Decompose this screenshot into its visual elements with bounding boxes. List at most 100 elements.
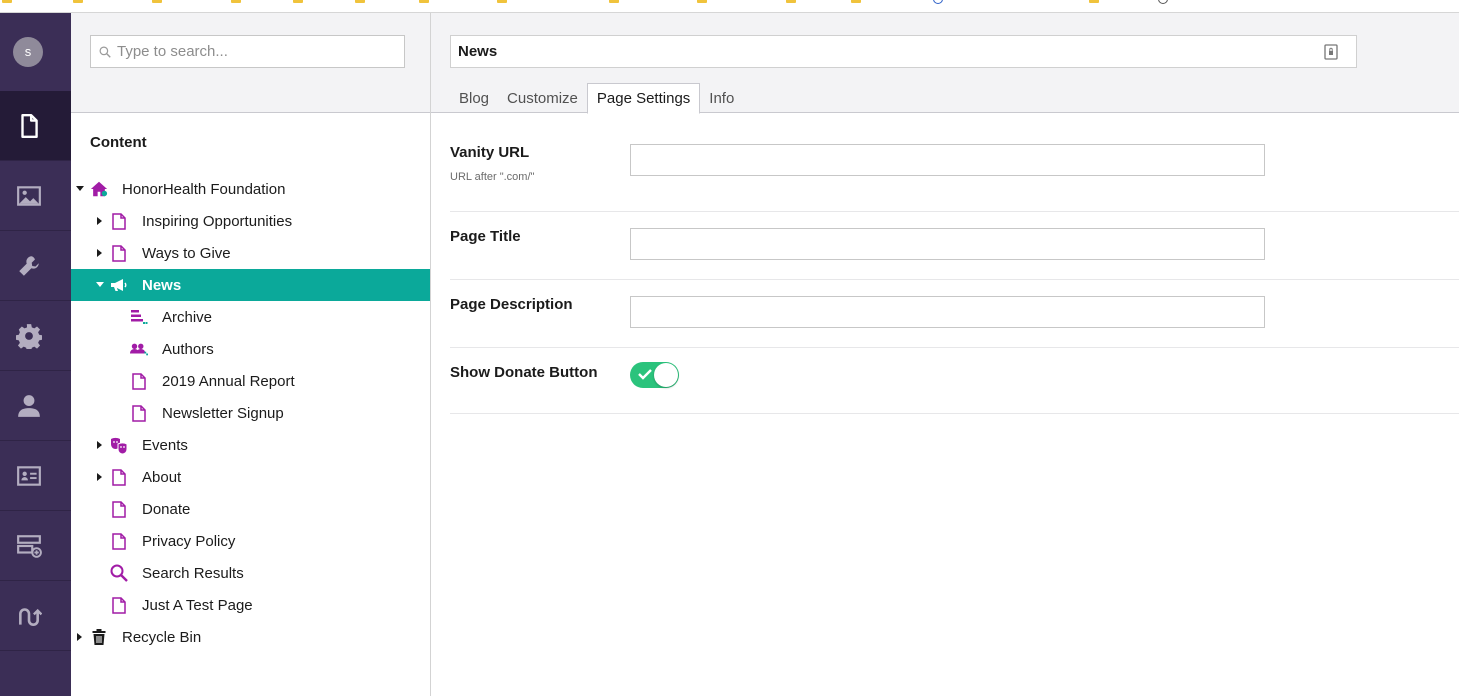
bookmark-folder-icon[interactable] — [2, 0, 12, 3]
section-packages[interactable] — [0, 301, 71, 371]
vanity-url-field[interactable] — [630, 144, 1265, 176]
bookmark-folder-icon[interactable] — [1089, 0, 1099, 3]
wrench-icon — [19, 255, 39, 276]
document-icon — [21, 113, 38, 138]
tree-node-honorhealth-foundation[interactable]: HonorHealth Foundation — [71, 173, 430, 205]
users-icon — [130, 340, 148, 358]
document-icon — [110, 244, 128, 262]
bookmark-folder-icon[interactable] — [419, 0, 429, 3]
gear-icon — [16, 323, 42, 349]
tab-customize[interactable]: Customize — [498, 83, 587, 114]
section-content[interactable] — [0, 91, 71, 161]
caret-down-icon[interactable] — [95, 280, 105, 290]
bookmark-folder-icon[interactable] — [697, 0, 707, 3]
tree-node-donate[interactable]: Donate — [71, 493, 430, 525]
tree-node-label: Donate — [142, 500, 191, 518]
section-users[interactable] — [0, 371, 71, 441]
document-icon — [110, 500, 128, 518]
globe-icon[interactable] — [933, 0, 943, 4]
property-label: Vanity URL — [450, 144, 530, 161]
list-icon — [130, 308, 148, 326]
section-members[interactable] — [0, 441, 71, 511]
tree-node-search-results[interactable]: Search Results — [71, 557, 430, 589]
caret-right-icon[interactable] — [95, 248, 105, 258]
tab-blog[interactable]: Blog — [450, 83, 498, 114]
caret-right-icon[interactable] — [95, 216, 105, 226]
page-description-field[interactable] — [630, 296, 1265, 328]
bookmark-folder-icon[interactable] — [786, 0, 796, 3]
tree-node-events[interactable]: Events — [71, 429, 430, 461]
tree-node-just-a-test-page[interactable]: Just A Test Page — [71, 589, 430, 621]
user-avatar[interactable]: s — [13, 37, 43, 67]
tree-node-label: Authors — [162, 340, 214, 358]
home-icon — [90, 180, 108, 198]
section-settings[interactable] — [0, 231, 71, 301]
tab-info[interactable]: Info — [700, 83, 743, 114]
caret-right-icon[interactable] — [95, 440, 105, 450]
content-editor: Blog Customize Page Settings Info Vanity… — [431, 13, 1459, 696]
property-page-description: Page Description — [450, 280, 1459, 348]
bookmark-folder-icon[interactable] — [152, 0, 162, 3]
content-tree-panel: Content HonorHealth Foundation Inspiring… — [71, 13, 431, 696]
page-title-input[interactable] — [631, 229, 1264, 259]
bookmark-folder-icon[interactable] — [231, 0, 241, 3]
node-name-box[interactable] — [450, 35, 1357, 68]
tree-node-about[interactable]: About — [71, 461, 430, 493]
vanity-url-input[interactable] — [631, 145, 1264, 175]
bookmark-folder-icon[interactable] — [851, 0, 861, 3]
tree-node-2019-annual-report[interactable]: 2019 Annual Report — [71, 365, 430, 397]
tree-node-recycle-bin[interactable]: Recycle Bin — [71, 621, 430, 653]
tree-node-label: Privacy Policy — [142, 532, 236, 550]
document-icon — [130, 372, 148, 390]
document-icon — [110, 532, 128, 550]
tree-node-label: 2019 Annual Report — [162, 372, 295, 390]
theater-masks-icon — [110, 436, 128, 454]
section-media[interactable] — [0, 161, 71, 231]
tree-node-label: About — [142, 468, 182, 486]
tab-page-settings[interactable]: Page Settings — [586, 83, 701, 114]
section-navigation: s — [0, 13, 71, 696]
tree-node-archive[interactable]: Archive — [71, 301, 430, 333]
property-label: Page Title — [450, 228, 521, 245]
tree-node-privacy-policy[interactable]: Privacy Policy — [71, 525, 430, 557]
caret-right-icon[interactable] — [75, 632, 85, 642]
user-icon — [18, 394, 40, 417]
bookmark-folder-icon[interactable] — [609, 0, 619, 3]
tree-node-label: Ways to Give — [142, 244, 231, 262]
section-forms[interactable] — [0, 511, 71, 581]
checkmark-icon — [638, 369, 652, 380]
node-name-input[interactable] — [458, 43, 1298, 60]
lock-icon[interactable] — [1324, 44, 1338, 60]
show-donate-toggle[interactable] — [630, 362, 679, 388]
tree-node-newsletter-signup[interactable]: Newsletter Signup — [71, 397, 430, 429]
tree-node-ways-to-give[interactable]: Ways to Give — [71, 237, 430, 269]
editor-tabs: Blog Customize Page Settings Info — [450, 83, 743, 114]
redirect-icon — [19, 607, 42, 626]
bookmark-folder-icon[interactable] — [497, 0, 507, 3]
caret-right-icon[interactable] — [95, 472, 105, 482]
search-input[interactable] — [117, 43, 387, 60]
form-add-icon — [17, 534, 42, 558]
tree-search-header — [71, 13, 430, 113]
image-icon — [17, 185, 41, 206]
property-page-title: Page Title — [450, 212, 1459, 280]
tree-node-label: Events — [142, 436, 188, 454]
caret-down-icon[interactable] — [75, 184, 85, 194]
tree-node-label: Newsletter Signup — [162, 404, 284, 422]
tree-node-authors[interactable]: Authors — [71, 333, 430, 365]
section-redirects[interactable] — [0, 581, 71, 651]
page-description-input[interactable] — [631, 297, 1264, 327]
search-icon — [99, 46, 111, 58]
bookmark-folder-icon[interactable] — [355, 0, 365, 3]
bookmark-folder-icon[interactable] — [73, 0, 83, 3]
tree-section-title: Content — [90, 134, 147, 151]
document-icon — [130, 404, 148, 422]
tree-search-box[interactable] — [90, 35, 405, 68]
tree-node-label: News — [142, 276, 182, 294]
tree-node-news[interactable]: News — [71, 269, 430, 301]
bookmark-folder-icon[interactable] — [293, 0, 303, 3]
page-title-field[interactable] — [630, 228, 1265, 260]
document-icon — [110, 596, 128, 614]
tree-node-inspiring-opportunities[interactable]: Inspiring Opportunities — [71, 205, 430, 237]
globe-icon[interactable] — [1158, 0, 1168, 4]
